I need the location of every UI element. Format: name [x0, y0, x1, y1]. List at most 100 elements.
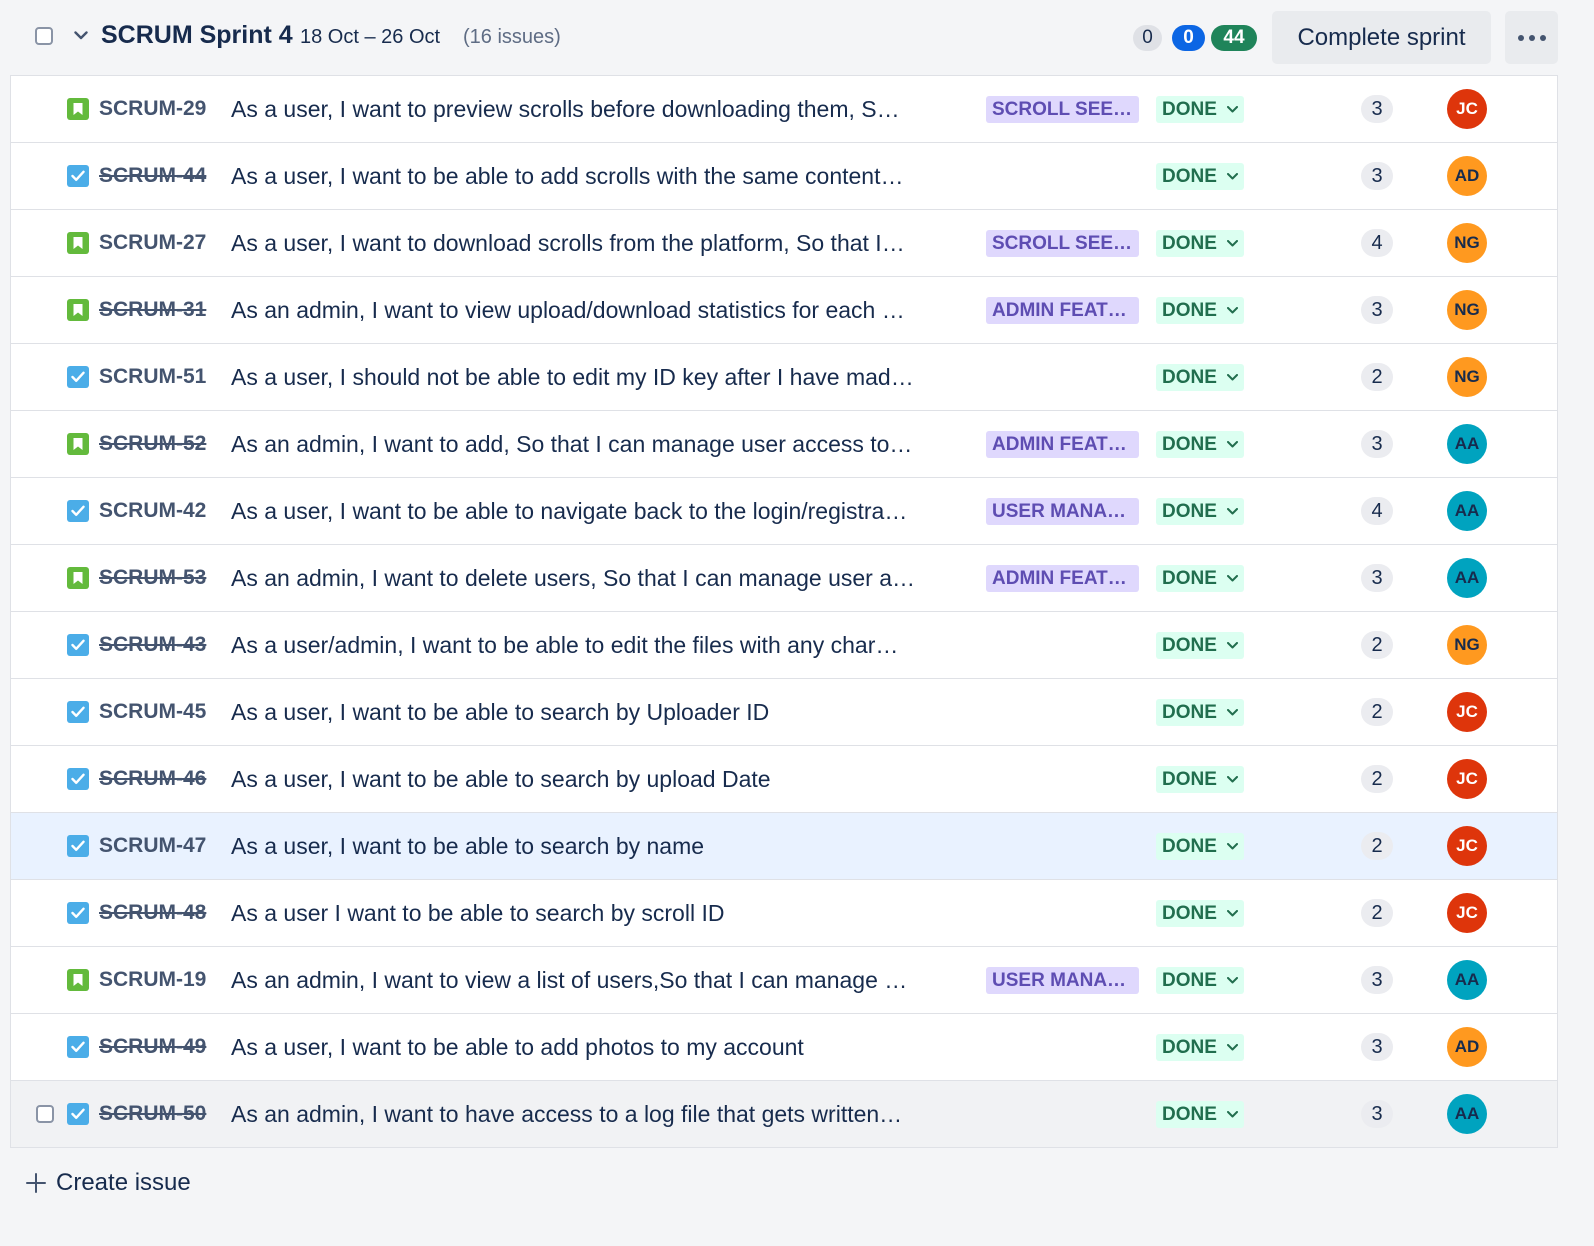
issue-row[interactable]: SCRUM-27 As a user, I want to download sc… — [11, 210, 1557, 276]
issue-key[interactable]: SCRUM-42 — [99, 499, 206, 523]
story-points-badge[interactable]: 4 — [1361, 229, 1393, 257]
story-points-badge[interactable]: 2 — [1361, 698, 1393, 726]
issue-row[interactable]: SCRUM-46 As a user, I want to be able to … — [11, 746, 1557, 812]
assignee-avatar[interactable]: JC — [1447, 826, 1487, 866]
assignee-avatar[interactable]: AA — [1447, 491, 1487, 531]
assignee-avatar[interactable]: AA — [1447, 424, 1487, 464]
status-dropdown[interactable]: DONE — [1156, 431, 1244, 458]
story-points-badge[interactable]: 2 — [1361, 363, 1393, 391]
issue-summary[interactable]: As an admin, I want to view a list of us… — [231, 967, 966, 994]
assignee-avatar[interactable]: NG — [1447, 625, 1487, 665]
status-dropdown[interactable]: DONE — [1156, 900, 1244, 927]
issue-row[interactable]: SCRUM-47 As a user, I want to be able to … — [11, 813, 1557, 879]
story-points-badge[interactable]: 4 — [1361, 497, 1393, 525]
status-dropdown[interactable]: DONE — [1156, 699, 1244, 726]
status-dropdown[interactable]: DONE — [1156, 498, 1244, 525]
issue-summary[interactable]: As an admin, I want to add, So that I ca… — [231, 431, 966, 458]
issue-row[interactable]: SCRUM-45 As a user, I want to be able to … — [11, 679, 1557, 745]
issue-summary[interactable]: As a user, I want to be able to add scro… — [231, 163, 966, 190]
issue-summary[interactable]: As a user, I want to be able to add phot… — [231, 1034, 966, 1061]
story-points-badge[interactable]: 3 — [1361, 966, 1393, 994]
issue-key[interactable]: SCRUM-52 — [99, 432, 206, 456]
assignee-avatar[interactable]: NG — [1447, 357, 1487, 397]
assignee-avatar[interactable]: JC — [1447, 692, 1487, 732]
status-dropdown[interactable]: DONE — [1156, 96, 1244, 123]
issue-summary[interactable]: As a user, I want to be able to search b… — [231, 699, 966, 726]
epic-badge[interactable]: SCROLL SEE… — [986, 96, 1139, 123]
issue-key[interactable]: SCRUM-51 — [99, 365, 206, 389]
story-points-badge[interactable]: 3 — [1361, 162, 1393, 190]
issue-summary[interactable]: As a user, I want to be able to search b… — [231, 766, 966, 793]
issue-row[interactable]: SCRUM-44 As a user, I want to be able to … — [11, 143, 1557, 209]
status-dropdown[interactable]: DONE — [1156, 1101, 1244, 1128]
status-dropdown[interactable]: DONE — [1156, 364, 1244, 391]
assignee-avatar[interactable]: JC — [1447, 89, 1487, 129]
assignee-avatar[interactable]: JC — [1447, 759, 1487, 799]
assignee-avatar[interactable]: NG — [1447, 290, 1487, 330]
issue-summary[interactable]: As a user, I should not be able to edit … — [231, 364, 966, 391]
status-dropdown[interactable]: DONE — [1156, 565, 1244, 592]
assignee-avatar[interactable]: AA — [1447, 1094, 1487, 1134]
issue-summary[interactable]: As a user, I want to preview scrolls bef… — [231, 96, 966, 123]
issue-key[interactable]: SCRUM-53 — [99, 566, 206, 590]
story-points-badge[interactable]: 2 — [1361, 631, 1393, 659]
story-points-badge[interactable]: 3 — [1361, 564, 1393, 592]
issue-key[interactable]: SCRUM-49 — [99, 1035, 206, 1059]
status-dropdown[interactable]: DONE — [1156, 833, 1244, 860]
more-actions-button[interactable] — [1505, 11, 1558, 64]
issue-row[interactable]: SCRUM-50 As an admin, I want to have acce… — [11, 1081, 1557, 1147]
issue-key[interactable]: SCRUM-44 — [99, 164, 206, 188]
issue-select-checkbox[interactable] — [36, 1105, 54, 1123]
story-points-badge[interactable]: 3 — [1361, 430, 1393, 458]
issue-key[interactable]: SCRUM-43 — [99, 633, 206, 657]
story-points-badge[interactable]: 3 — [1361, 95, 1393, 123]
issue-summary[interactable]: As a user, I want to be able to search b… — [231, 833, 966, 860]
epic-badge[interactable]: SCROLL SEE… — [986, 230, 1139, 257]
chevron-down-icon[interactable] — [72, 26, 90, 44]
issue-row[interactable]: SCRUM-29 As a user, I want to preview scr… — [11, 76, 1557, 142]
story-points-badge[interactable]: 3 — [1361, 1033, 1393, 1061]
issue-summary[interactable]: As a user I want to be able to search by… — [231, 900, 966, 927]
issue-row[interactable]: SCRUM-48 As a user I want to be able to s… — [11, 880, 1557, 946]
issue-key[interactable]: SCRUM-19 — [99, 968, 206, 992]
story-points-badge[interactable]: 2 — [1361, 765, 1393, 793]
story-points-badge[interactable]: 3 — [1361, 1100, 1393, 1128]
issue-row[interactable]: SCRUM-43 As a user/admin, I want to be ab… — [11, 612, 1557, 678]
issue-row[interactable]: SCRUM-49 As a user, I want to be able to … — [11, 1014, 1557, 1080]
issue-row[interactable]: SCRUM-51 As a user, I should not be able … — [11, 344, 1557, 410]
epic-badge[interactable]: USER MANA… — [986, 498, 1139, 525]
assignee-avatar[interactable]: AA — [1447, 558, 1487, 598]
issue-summary[interactable]: As an admin, I want to have access to a … — [231, 1101, 966, 1128]
epic-badge[interactable]: ADMIN FEAT… — [986, 297, 1139, 324]
assignee-avatar[interactable]: AD — [1447, 1027, 1487, 1067]
status-dropdown[interactable]: DONE — [1156, 766, 1244, 793]
issue-summary[interactable]: As a user, I want to download scrolls fr… — [231, 230, 966, 257]
story-points-badge[interactable]: 2 — [1361, 832, 1393, 860]
status-dropdown[interactable]: DONE — [1156, 163, 1244, 190]
epic-badge[interactable]: USER MANA… — [986, 967, 1139, 994]
status-dropdown[interactable]: DONE — [1156, 632, 1244, 659]
issue-row[interactable]: SCRUM-31 As an admin, I want to view uplo… — [11, 277, 1557, 343]
issue-row[interactable]: SCRUM-19 As an admin, I want to view a li… — [11, 947, 1557, 1013]
status-dropdown[interactable]: DONE — [1156, 967, 1244, 994]
issue-key[interactable]: SCRUM-31 — [99, 298, 206, 322]
issue-key[interactable]: SCRUM-45 — [99, 700, 206, 724]
issue-row[interactable]: SCRUM-52 As an admin, I want to add, So t… — [11, 411, 1557, 477]
sprint-select-checkbox[interactable] — [35, 27, 53, 45]
assignee-avatar[interactable]: AA — [1447, 960, 1487, 1000]
issue-summary[interactable]: As an admin, I want to delete users, So … — [231, 565, 966, 592]
issue-key[interactable]: SCRUM-27 — [99, 231, 206, 255]
create-issue-button[interactable]: Create issue — [24, 1165, 191, 1201]
issue-summary[interactable]: As a user, I want to be able to navigate… — [231, 498, 966, 525]
assignee-avatar[interactable]: NG — [1447, 223, 1487, 263]
complete-sprint-button[interactable]: Complete sprint — [1272, 11, 1491, 64]
issue-key[interactable]: SCRUM-48 — [99, 901, 206, 925]
assignee-avatar[interactable]: AD — [1447, 156, 1487, 196]
status-dropdown[interactable]: DONE — [1156, 297, 1244, 324]
issue-key[interactable]: SCRUM-47 — [99, 834, 206, 858]
issue-row[interactable]: SCRUM-53 As an admin, I want to delete us… — [11, 545, 1557, 611]
status-dropdown[interactable]: DONE — [1156, 1034, 1244, 1061]
issue-summary[interactable]: As an admin, I want to view upload/downl… — [231, 297, 966, 324]
story-points-badge[interactable]: 2 — [1361, 899, 1393, 927]
issue-summary[interactable]: As a user/admin, I want to be able to ed… — [231, 632, 966, 659]
